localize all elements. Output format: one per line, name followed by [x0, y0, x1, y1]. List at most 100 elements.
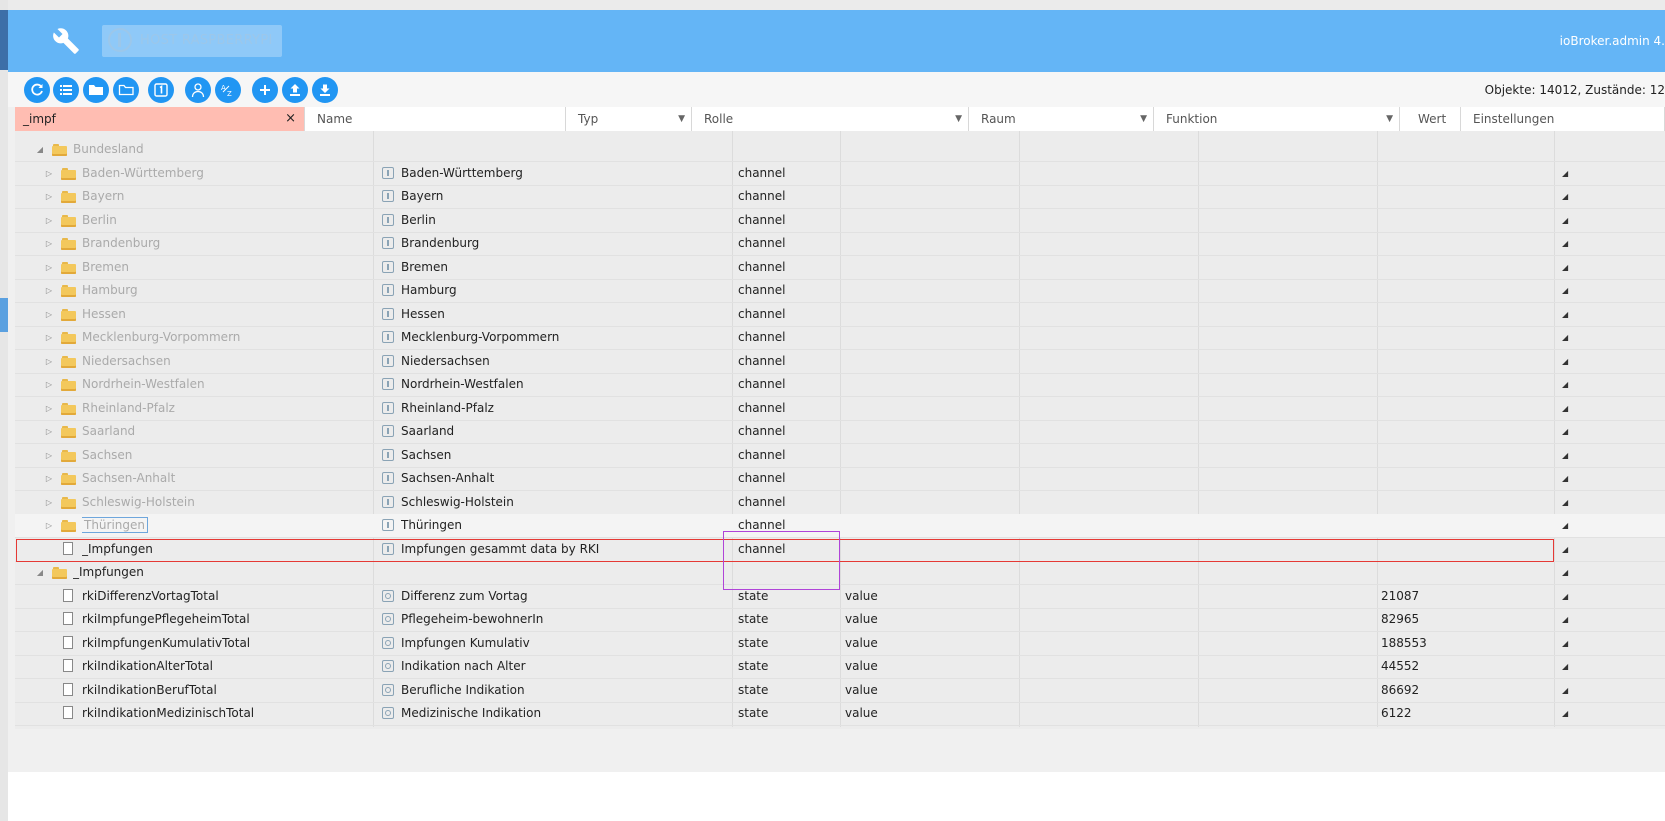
table-row[interactable]: _Impfungen Impfungen gesammt data by RKI c…: [15, 538, 1665, 562]
table-row[interactable]: ◢ _Impfungen ◢: [15, 561, 1665, 585]
room-filter[interactable]: Raum ▼: [969, 107, 1154, 131]
row-edit-icon[interactable]: ◢: [1562, 561, 1568, 584]
table-row[interactable]: ▷ Sachsen Sachsen channel ◢: [15, 444, 1665, 468]
collapsed-arrow-icon[interactable]: ▷: [44, 256, 54, 279]
object-value: [1381, 467, 1551, 490]
row-edit-icon[interactable]: ◢: [1562, 420, 1568, 443]
table-row[interactable]: rkiIndikationBerufTotal Berufliche Indika…: [15, 679, 1665, 703]
object-name: Impfungen gesammt data by RKI: [401, 541, 600, 556]
list-view-button[interactable]: [53, 77, 79, 103]
row-edit-icon[interactable]: ◢: [1562, 209, 1568, 232]
row-edit-icon[interactable]: ◢: [1562, 232, 1568, 255]
object-name: Sachsen: [401, 447, 452, 462]
collapsed-arrow-icon[interactable]: ▷: [44, 491, 54, 514]
name-filter[interactable]: Name: [305, 107, 566, 131]
row-edit-icon[interactable]: ◢: [1562, 585, 1568, 608]
row-edit-icon[interactable]: ◢: [1562, 256, 1568, 279]
role-filter[interactable]: Rolle ▼: [692, 107, 969, 131]
object-role: channel: [738, 494, 786, 509]
row-edit-icon[interactable]: ◢: [1562, 185, 1568, 208]
table-row[interactable]: ▷ Baden-Württemberg Baden-Württemberg chann…: [15, 162, 1665, 186]
host-selector[interactable]: HOST RASPBERRYPI: [102, 25, 282, 57]
table-row[interactable]: ▷ Hamburg Hamburg channel ◢: [15, 279, 1665, 303]
row-edit-icon[interactable]: ◢: [1562, 326, 1568, 349]
row-edit-icon[interactable]: ◢: [1562, 279, 1568, 302]
table-row[interactable]: rkiIndikationMedizinischTotal Medizinisch…: [15, 702, 1665, 726]
collapse-all-button[interactable]: [83, 77, 109, 103]
add-object-button[interactable]: [252, 77, 278, 103]
object-name: Pflegeheim-bewohnerIn: [401, 612, 544, 626]
table-row[interactable]: rkiImpfungenKumulativTotal Impfungen Kumu…: [15, 632, 1665, 656]
row-edit-icon[interactable]: ◢: [1562, 679, 1568, 702]
table-row[interactable]: ▷ Mecklenburg-Vorpommern Mecklenburg-Vorpo…: [15, 326, 1665, 350]
object-value: [1381, 303, 1551, 326]
collapsed-arrow-icon[interactable]: ▷: [44, 209, 54, 232]
object-value: [1381, 538, 1551, 561]
table-row[interactable]: ▷ Bremen Bremen channel ◢: [15, 256, 1665, 280]
expanded-arrow-icon[interactable]: ◢: [35, 138, 45, 161]
object-id: rkiImpfungenKumulativTotal: [82, 635, 251, 650]
collapsed-arrow-icon[interactable]: ▷: [44, 467, 54, 490]
collapsed-arrow-icon[interactable]: ▷: [44, 350, 54, 373]
row-edit-icon[interactable]: ◢: [1562, 303, 1568, 326]
collapsed-arrow-icon[interactable]: ▷: [44, 162, 54, 185]
column-filter-bar: _impf × Name Typ ▼ Rolle ▼ Raum ▼ Funktion ▼…: [15, 107, 1665, 132]
expanded-arrow-icon[interactable]: ◢: [35, 561, 45, 584]
table-row[interactable]: ◢ Bundesland: [15, 138, 1665, 162]
id-search-input[interactable]: _impf ×: [15, 107, 305, 131]
user-roles-button[interactable]: [185, 77, 211, 103]
function-filter[interactable]: Funktion ▼: [1154, 107, 1400, 131]
collapsed-arrow-icon[interactable]: ▷: [44, 514, 54, 537]
table-row[interactable]: ▷ Rheinland-Pfalz Rheinland-Pfalz channel ◢: [15, 397, 1665, 421]
row-edit-icon[interactable]: ◢: [1562, 538, 1568, 561]
row-edit-icon[interactable]: ◢: [1562, 467, 1568, 490]
table-row[interactable]: ▷ Hessen Hessen channel ◢: [15, 303, 1665, 327]
collapsed-arrow-icon[interactable]: ▷: [44, 444, 54, 467]
collapsed-arrow-icon[interactable]: ▷: [44, 373, 54, 396]
collapsed-arrow-icon[interactable]: ▷: [44, 326, 54, 349]
row-edit-icon[interactable]: ◢: [1562, 514, 1568, 537]
object-id: Hamburg: [82, 283, 138, 297]
row-edit-icon[interactable]: ◢: [1562, 162, 1568, 185]
refresh-button[interactable]: [24, 77, 50, 103]
collapsed-arrow-icon[interactable]: ▷: [44, 303, 54, 326]
row-edit-icon[interactable]: ◢: [1562, 632, 1568, 655]
row-edit-icon[interactable]: ◢: [1562, 373, 1568, 396]
sort-button[interactable]: AZ: [215, 77, 241, 103]
row-edit-icon[interactable]: ◢: [1562, 397, 1568, 420]
table-row[interactable]: rkiImpfungePflegeheimTotal Pflegeheim-bew…: [15, 608, 1665, 632]
table-row[interactable]: ▷ Nordrhein-Westfalen Nordrhein-Westfalen c…: [15, 373, 1665, 397]
row-edit-icon[interactable]: ◢: [1562, 350, 1568, 373]
row-edit-icon[interactable]: ◢: [1562, 608, 1568, 631]
table-row[interactable]: ▷ Niedersachsen Niedersachsen channel ◢: [15, 350, 1665, 374]
role-dropdown-icon: ▼: [955, 114, 962, 124]
download-button[interactable]: [312, 77, 338, 103]
collapsed-arrow-icon[interactable]: ▷: [44, 185, 54, 208]
collapsed-arrow-icon[interactable]: ▷: [44, 279, 54, 302]
collapsed-arrow-icon[interactable]: ▷: [44, 232, 54, 255]
table-row[interactable]: ▷ Sachsen-Anhalt Sachsen-Anhalt channel ◢: [15, 467, 1665, 491]
row-edit-icon[interactable]: ◢: [1562, 444, 1568, 467]
collapsed-arrow-icon[interactable]: ▷: [44, 420, 54, 443]
table-row[interactable]: ▷ Schleswig-Holstein Schleswig-Holstein cha…: [15, 491, 1665, 515]
object-id: rkiImpfungePflegeheimTotal: [82, 612, 250, 626]
table-row[interactable]: ▷ Bayern Bayern channel ◢: [15, 185, 1665, 209]
wrench-icon[interactable]: [52, 27, 80, 55]
type-filter[interactable]: Typ ▼: [566, 107, 692, 131]
folder-icon: [61, 237, 76, 250]
table-row[interactable]: ▷ Saarland Saarland channel ◢: [15, 420, 1665, 444]
expand-level-button[interactable]: [148, 77, 174, 103]
row-edit-icon[interactable]: ◢: [1562, 702, 1568, 725]
table-row[interactable]: ▷ Thüringen Thüringen channel ◢: [15, 514, 1665, 538]
table-row[interactable]: rkiDifferenzVortagTotal Differenz zum Vor…: [15, 585, 1665, 609]
table-row[interactable]: ▷ Berlin Berlin channel ◢: [15, 209, 1665, 233]
collapsed-arrow-icon[interactable]: ▷: [44, 397, 54, 420]
table-row[interactable]: rkiIndikationAlterTotal Indikation nach A…: [15, 655, 1665, 679]
row-edit-icon[interactable]: ◢: [1562, 655, 1568, 678]
row-edit-icon[interactable]: ◢: [1562, 491, 1568, 514]
clear-search-icon[interactable]: ×: [285, 107, 296, 131]
object-role: state: [738, 635, 769, 650]
upload-button[interactable]: [282, 77, 308, 103]
expand-all-button[interactable]: [113, 77, 139, 103]
table-row[interactable]: ▷ Brandenburg Brandenburg channel ◢: [15, 232, 1665, 256]
